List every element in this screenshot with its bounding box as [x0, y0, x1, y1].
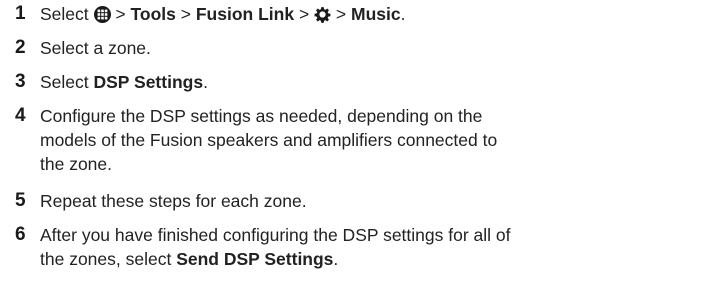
step-number: 1: [15, 3, 26, 24]
period: .: [333, 249, 339, 269]
step-text: Select DSP Settings.: [40, 70, 680, 94]
step-text-prefix: the zones, select: [40, 249, 177, 269]
step-number: 3: [15, 71, 26, 92]
step-number: 5: [15, 190, 26, 211]
step-text: Select > Tools > Fusion Link > > Music.: [40, 2, 680, 29]
gear-icon: [314, 5, 331, 29]
step-number: 2: [15, 37, 26, 58]
fusion-link-label: Fusion Link: [195, 4, 295, 24]
separator: >: [180, 4, 191, 24]
send-dsp-settings-label: Send DSP Settings: [176, 249, 334, 269]
music-label: Music: [351, 4, 401, 24]
step-number: 4: [15, 105, 26, 126]
step-number: 6: [15, 224, 26, 245]
period: .: [400, 4, 406, 24]
step-text-line: the zones, select Send DSP Settings.: [40, 247, 680, 271]
period: .: [203, 72, 208, 92]
step-text: Repeat these steps for each zone.: [40, 191, 307, 211]
step-text-line: models of the Fusion speakers and amplif…: [40, 130, 498, 150]
step-text-line: Configure the DSP settings as needed, de…: [40, 106, 483, 126]
step-text-prefix: Select: [40, 72, 94, 92]
dsp-settings-label: DSP Settings: [93, 72, 204, 92]
step-text: Select a zone.: [40, 38, 151, 58]
separator: >: [335, 4, 347, 24]
select-text: Select: [40, 4, 89, 24]
tools-label: Tools: [130, 4, 176, 24]
separator: >: [115, 4, 126, 24]
step-text: After you have finished configuring the …: [40, 223, 680, 271]
step-text: Configure the DSP settings as needed, de…: [40, 104, 680, 176]
home-menu-icon: [93, 5, 111, 29]
step-text-line: After you have finished configuring the …: [40, 225, 511, 245]
step-text-line: the zone.: [40, 154, 112, 174]
separator: >: [298, 4, 310, 24]
